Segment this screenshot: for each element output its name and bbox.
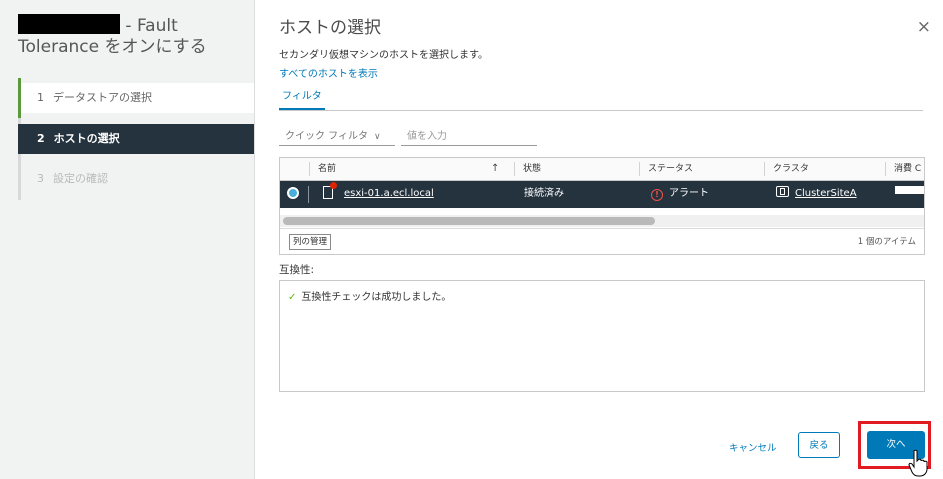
back-button[interactable]: 戻る xyxy=(798,432,840,458)
host-status: ! アラート xyxy=(651,181,709,206)
redacted-vm-name xyxy=(18,14,120,34)
quick-filter-dropdown[interactable]: クイック フィルタ ∨ xyxy=(279,128,395,146)
host-cluster: ClusterSiteA xyxy=(776,181,857,206)
alert-dot xyxy=(330,182,337,189)
item-count: 1 個のアイテム xyxy=(857,237,916,247)
wizard-title: - Fault Tolerance をオンにする xyxy=(18,14,248,58)
sort-arrow-icon[interactable]: ↑ xyxy=(491,158,499,180)
column-header-consumed[interactable]: 消費 C xyxy=(885,162,921,176)
grid-header: 名前 ↑ 状態 ステータス クラスタ 消費 C xyxy=(280,158,924,181)
table-row[interactable]: esxi-01.a.ecl.local 接続済み ! アラート ClusterSi… xyxy=(280,181,924,208)
step-label: データストアの選択 xyxy=(53,91,152,104)
quick-filter-label: クイック フィルタ xyxy=(285,131,368,142)
horizontal-scrollbar[interactable] xyxy=(280,215,924,227)
cancel-button[interactable]: キャンセル xyxy=(729,440,777,454)
host-alert-icon xyxy=(323,182,337,199)
compatibility-message: ✓ 互換性チェックは成功しました。 xyxy=(288,288,451,303)
page-title: ホストの選択 xyxy=(279,18,381,38)
wizard-step-host[interactable]: 2 ホストの選択 xyxy=(18,124,254,154)
cluster-link[interactable]: ClusterSiteA xyxy=(795,188,857,199)
chevron-down-icon: ∨ xyxy=(373,132,381,142)
tab-bar: フィルタ xyxy=(279,88,923,111)
row-divider xyxy=(308,186,309,203)
row-radio-button[interactable] xyxy=(287,187,299,199)
cluster-icon xyxy=(776,186,789,197)
host-name-link[interactable]: esxi-01.a.ecl.local xyxy=(344,181,434,206)
page-subtitle: セカンダリ仮想マシンのホストを選択します。 xyxy=(279,50,488,61)
wizard-sidebar: - Fault Tolerance をオンにする 1 データストアの選択 2 ホスト… xyxy=(0,0,255,479)
scrollbar-thumb[interactable] xyxy=(283,217,655,225)
alert-icon: ! xyxy=(651,189,663,201)
host-state: 接続済み xyxy=(524,188,564,199)
step-number: 3 xyxy=(37,172,44,185)
column-header-name[interactable]: 名前 xyxy=(309,162,336,176)
consumed-cpu-bar xyxy=(895,186,924,194)
step-number: 2 xyxy=(37,132,45,145)
compatibility-label: 互換性: xyxy=(279,264,315,276)
filter-value-input[interactable] xyxy=(401,128,537,146)
host-status-text: アラート xyxy=(669,188,709,199)
step-number: 1 xyxy=(37,91,44,104)
compatibility-message-text: 互換性チェックは成功しました。 xyxy=(301,292,452,303)
grid-footer: 列の管理 1 個のアイテム xyxy=(280,228,924,254)
column-header-status[interactable]: ステータス xyxy=(639,162,693,176)
wizard-main: ホストの選択 × セカンダリ仮想マシンのホストを選択します。 すべてのホストを表… xyxy=(255,0,943,479)
wizard-step-datastore[interactable]: 1 データストアの選択 xyxy=(21,83,254,113)
step-label: 設定の確認 xyxy=(53,172,108,185)
wizard-title-suffix: - Fault xyxy=(125,16,178,36)
manage-columns-button[interactable]: 列の管理 xyxy=(289,234,332,250)
host-grid: 名前 ↑ 状態 ステータス クラスタ 消費 C esxi-01.a.ecl.lo… xyxy=(279,157,925,255)
show-all-hosts-link[interactable]: すべてのホストを表示 xyxy=(279,65,378,80)
column-header-cluster[interactable]: クラスタ xyxy=(764,162,809,176)
tab-filter[interactable]: フィルタ xyxy=(279,88,325,110)
compatibility-panel: ✓ 互換性チェックは成功しました。 xyxy=(279,280,925,392)
wizard-step-review: 3 設定の確認 xyxy=(21,164,254,194)
column-header-state[interactable]: 状態 xyxy=(514,162,541,176)
check-icon: ✓ xyxy=(288,292,297,303)
wizard-title-line2: Tolerance をオンにする xyxy=(18,37,207,57)
step-label: ホストの選択 xyxy=(53,132,120,145)
hand-cursor-icon xyxy=(908,449,928,477)
close-icon[interactable]: × xyxy=(917,19,931,36)
